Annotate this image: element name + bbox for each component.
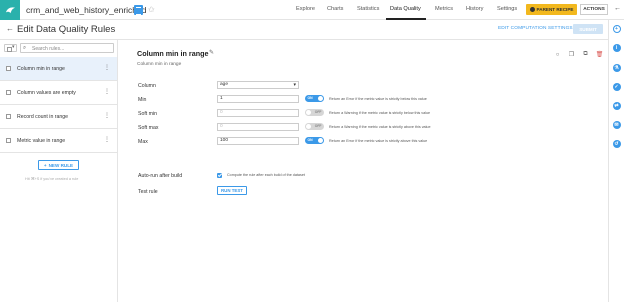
min-input[interactable]: 1 <box>217 95 299 103</box>
active-tab-indicator <box>386 18 426 20</box>
submit-label: SUBMIT <box>579 26 597 32</box>
soft-max-toggle[interactable]: OFF <box>305 123 324 130</box>
max-toggle[interactable]: ON <box>305 137 324 144</box>
parent-recipe-button[interactable]: PARENT RECIPE <box>526 4 577 15</box>
rule-item-record-count[interactable]: Record count in range ⋮ <box>0 105 117 129</box>
rule-search-box[interactable]: ⌕ <box>20 43 114 53</box>
tab-history[interactable]: History <box>466 6 483 12</box>
rule-subtitle: Column min in range <box>137 62 182 67</box>
max-label: Max <box>138 139 148 145</box>
rule-label: Column values are empty <box>17 89 76 96</box>
copy-icon[interactable]: ❐ <box>568 51 575 58</box>
dataset-icon[interactable] <box>134 5 143 15</box>
rule-item-column-empty[interactable]: Column values are empty ⋮ <box>0 81 117 105</box>
rule-editor-panel: Column min in range ✎ Column min in rang… <box>118 39 608 302</box>
auto-run-label: Auto-run after build <box>138 173 183 179</box>
min-label: Min <box>138 97 147 103</box>
tab-charts[interactable]: Charts <box>327 6 343 12</box>
run-test-button[interactable]: RUN TEST <box>217 186 247 195</box>
info-icon[interactable]: i <box>612 44 621 52</box>
rule-label: Metric value in range <box>17 137 66 144</box>
tab-statistics[interactable]: Statistics <box>357 6 379 12</box>
min-toggle[interactable]: ON <box>305 95 324 102</box>
page-title: Edit Data Quality Rules <box>17 24 116 35</box>
app-logo-icon[interactable] <box>0 0 20 20</box>
actions-button[interactable]: ACTIONS <box>580 4 608 15</box>
more-options-icon[interactable]: ⋮ <box>104 64 110 71</box>
pencil-icon[interactable]: ✎ <box>209 49 214 56</box>
refresh-icon[interactable]: ○ <box>554 51 561 58</box>
top-navigation-bar: crm_and_web_history_enriched ✩ Explore C… <box>0 0 624 20</box>
add-icon[interactable]: + <box>612 25 621 33</box>
new-rule-label: NEW RULE <box>48 162 74 168</box>
max-input[interactable]: 100 <box>217 137 299 145</box>
rule-item-metric-value[interactable]: Metric value in range ⋮ <box>0 129 117 153</box>
soft-min-input[interactable]: 0 <box>217 109 299 117</box>
rule-checkbox[interactable] <box>6 138 11 143</box>
rule-checkbox[interactable] <box>6 66 11 71</box>
toggle-state: ON <box>307 138 313 143</box>
back-arrow-icon[interactable]: ← <box>6 24 14 33</box>
rules-sidebar: ⌕ Column min in range ⋮ Column values ar… <box>0 39 118 302</box>
toggle-state: OFF <box>314 124 322 129</box>
select-all-checkbox[interactable] <box>4 44 17 52</box>
toggle-state: OFF <box>314 110 322 115</box>
more-options-icon[interactable]: ⋮ <box>104 112 110 119</box>
column-value: age <box>220 82 229 87</box>
search-input[interactable] <box>32 45 110 52</box>
max-help-text: Return an Error if the metric value is s… <box>329 139 428 143</box>
rule-label: Column min in range <box>17 65 65 72</box>
soft-max-input[interactable]: 0 <box>217 123 299 131</box>
arrow-left-icon[interactable]: ← <box>614 5 621 12</box>
search-icon: ⌕ <box>23 45 27 51</box>
rule-title: Column min in range <box>137 49 209 58</box>
submit-button[interactable]: SUBMIT <box>573 24 603 34</box>
more-options-icon[interactable]: ⋮ <box>104 88 110 95</box>
tab-metrics[interactable]: Metrics <box>435 6 453 12</box>
sidebar-hint: Hit ⌘+S if you've created a rule <box>25 177 79 181</box>
soft-max-help-text: Return a Warning if the metric value is … <box>329 125 431 129</box>
rule-checkbox[interactable] <box>6 114 11 119</box>
discussion-icon[interactable]: ✉ <box>612 121 621 129</box>
check-icon[interactable]: ✓ <box>612 83 621 91</box>
run-test-label: RUN TEST <box>221 188 243 193</box>
soft-min-toggle[interactable]: OFF <box>305 109 324 116</box>
history-icon[interactable]: ↺ <box>612 140 621 148</box>
test-rule-label: Test rule <box>138 189 158 195</box>
min-help-text: Return an Error if the metric value is s… <box>329 97 427 101</box>
recipe-icon <box>529 7 535 12</box>
flow-icon[interactable]: ⇄ <box>612 102 621 110</box>
lab-icon[interactable]: ⚗ <box>612 64 621 72</box>
delete-icon[interactable]: 🗑 <box>596 51 604 58</box>
duplicate-icon[interactable]: ⧉ <box>582 51 589 58</box>
auto-run-checkbox[interactable] <box>217 173 222 178</box>
rule-item-column-min[interactable]: Column min in range ⋮ <box>0 57 117 81</box>
soft-min-help-text: Return a Warning if the metric value is … <box>329 111 431 115</box>
rule-label: Record count in range <box>17 113 69 120</box>
new-rule-button[interactable]: + NEW RULE <box>38 160 79 170</box>
tab-explore[interactable]: Explore <box>296 6 315 12</box>
right-sidebar: + i ⚗ ✓ ⇄ ✉ ↺ <box>608 20 624 302</box>
auto-run-help-text: Compute the rule after each build of the… <box>227 173 305 177</box>
toggle-state: ON <box>307 96 313 101</box>
column-label: Column <box>138 83 156 89</box>
rule-checkbox[interactable] <box>6 90 11 95</box>
edit-computation-settings-link[interactable]: EDIT COMPUTATION SETTINGS <box>498 26 573 31</box>
dataset-title: crm_and_web_history_enriched <box>26 5 147 15</box>
star-icon[interactable]: ✩ <box>148 5 155 14</box>
plus-icon: + <box>43 162 47 168</box>
more-options-icon[interactable]: ⋮ <box>104 136 110 143</box>
soft-min-label: Soft min <box>138 111 158 117</box>
soft-max-label: Soft max <box>138 125 159 131</box>
tab-settings[interactable]: Settings <box>497 6 517 12</box>
parent-recipe-label: PARENT RECIPE <box>536 7 574 12</box>
tab-data-quality[interactable]: Data Quality <box>390 6 421 12</box>
column-select[interactable]: age <box>217 81 299 89</box>
